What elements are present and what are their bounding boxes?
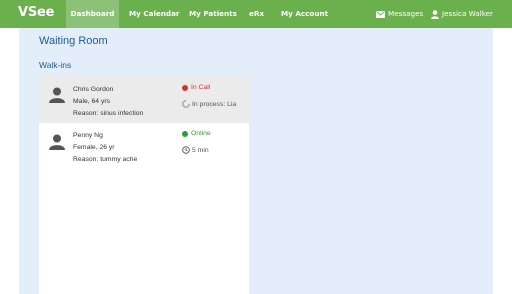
patient-row[interactable]: Chris Gordon Male, 64 yrs Reason: sinus … [39, 75, 249, 123]
nav-dashboard[interactable]: Dashboard [66, 0, 119, 28]
status-label: In Call [191, 84, 211, 91]
status-dot-icon [182, 130, 188, 137]
nav-my-patients[interactable]: My Patients [189, 0, 237, 28]
nav-my-account[interactable]: My Account [281, 0, 328, 28]
section-title-walkins: Walk-ins [39, 60, 72, 70]
messages-label: Messages [388, 9, 424, 18]
patient-reason: Reason: tummy ache [73, 156, 138, 163]
nav-my-calendar[interactable]: My Calendar [129, 0, 179, 28]
patient-info: Penny Ng Female, 26 yr Reason: tummy ach… [73, 130, 137, 166]
status-label: Online [191, 130, 211, 137]
top-navbar: VSee Dashboard My Calendar My Patients e… [0, 0, 512, 28]
status-badge: In Call [182, 84, 210, 91]
status-dot-icon [182, 84, 188, 91]
patient-details: Female, 26 yr [73, 144, 115, 151]
sub-status: In process: Lia [182, 100, 236, 108]
patient-name: Chris Gordon [73, 86, 114, 93]
patient-info: Chris Gordon Male, 64 yrs Reason: sinus … [73, 84, 143, 120]
sub-status-label: 5 min [192, 146, 209, 154]
user-icon [431, 9, 439, 19]
status-badge: Online [182, 130, 211, 137]
nav-erx[interactable]: eRx [249, 0, 264, 28]
patient-details: Male, 64 yrs [73, 98, 111, 105]
sub-status: 5 min [182, 146, 209, 154]
spinner-icon [182, 100, 190, 108]
user-menu[interactable]: Jessica Walker [431, 0, 493, 28]
patient-avatar-icon [49, 87, 65, 103]
sub-status-label: In process: Lia [192, 100, 237, 108]
page-title: Waiting Room [39, 35, 108, 47]
user-name: Jessica Walker [442, 9, 493, 18]
patient-avatar-icon [49, 134, 65, 150]
messages-link[interactable]: Messages [376, 0, 423, 28]
clock-icon [182, 146, 190, 154]
patient-reason: Reason: sinus infection [73, 110, 144, 117]
envelope-icon [376, 10, 385, 18]
patient-row[interactable]: Penny Ng Female, 26 yr Reason: tummy ach… [39, 126, 249, 171]
waiting-list: Chris Gordon Male, 64 yrs Reason: sinus … [39, 75, 249, 294]
vsee-logo[interactable]: VSee [18, 5, 54, 20]
patient-name: Penny Ng [73, 132, 103, 139]
